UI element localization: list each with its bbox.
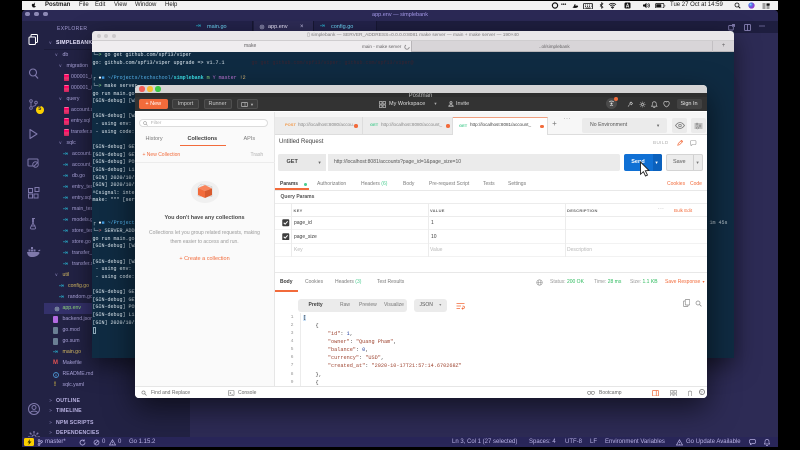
svg-text:A: A	[626, 3, 630, 9]
